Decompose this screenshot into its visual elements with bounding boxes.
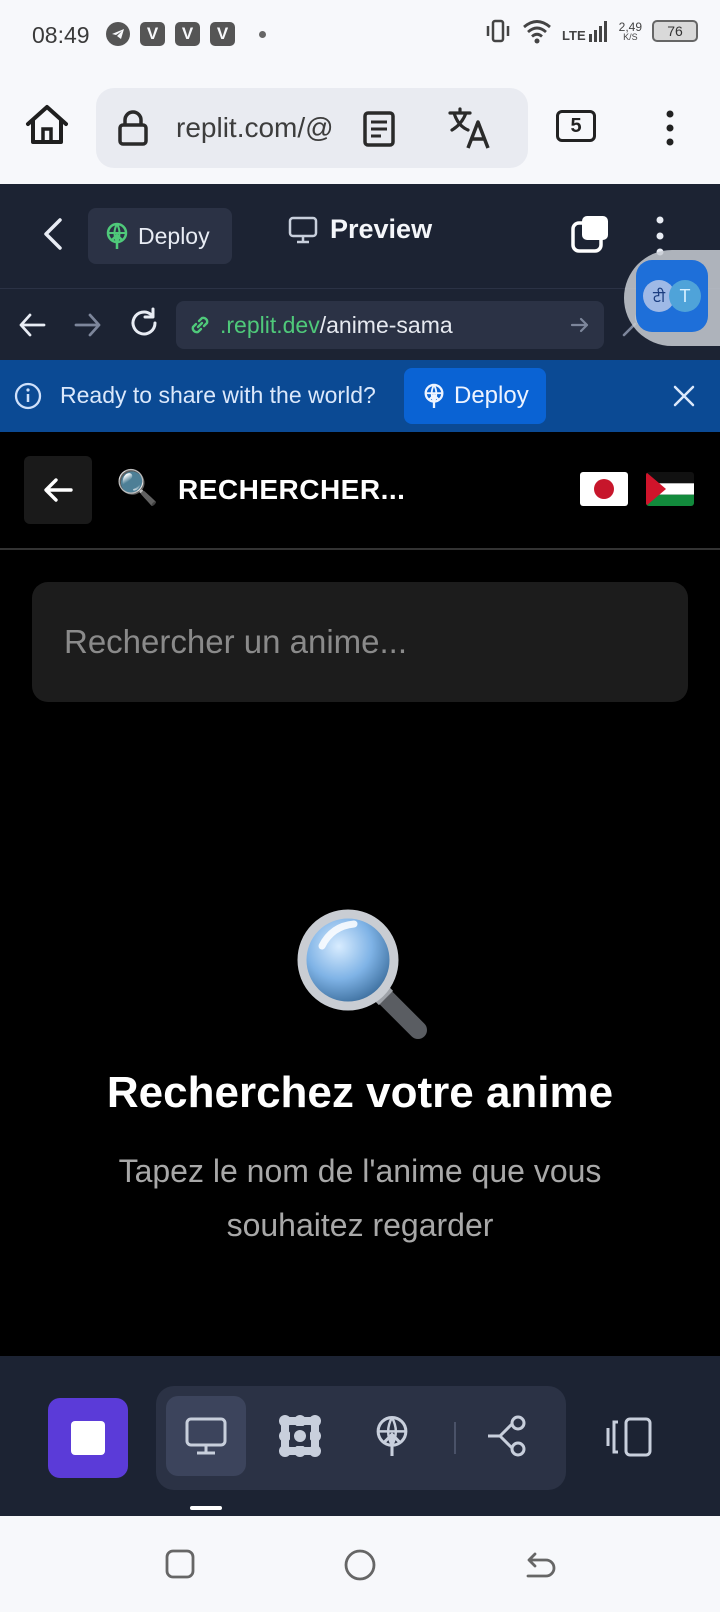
deploy-icon	[424, 383, 444, 408]
anime-search-input[interactable]	[32, 582, 688, 702]
lock-icon[interactable]	[116, 110, 150, 146]
tabs-overview-icon[interactable]	[570, 214, 610, 254]
battery-indicator: 76	[652, 20, 698, 42]
monitor-icon	[185, 1417, 227, 1455]
status-bar: 08:49 V V V LTE 2,49 K/S 76	[0, 0, 720, 72]
info-icon	[14, 382, 42, 410]
banner-deploy-button[interactable]: Deploy	[404, 368, 546, 424]
system-nav-bar	[0, 1516, 720, 1612]
more-vert-icon[interactable]	[660, 108, 680, 148]
browser-toolbar: replit.com/@ 5	[0, 72, 720, 184]
link-icon	[191, 316, 209, 334]
empty-state-subtitle: Tapez le nom de l'anime que vous souhait…	[118, 1153, 602, 1243]
back-icon[interactable]	[524, 1548, 556, 1580]
url-domain: .replit.dev	[220, 311, 320, 338]
banner-message: Ready to share with the world?	[60, 382, 376, 408]
preview-tab-label: Preview	[330, 214, 433, 244]
stop-button[interactable]	[48, 1398, 128, 1478]
active-tab-indicator	[190, 1506, 222, 1510]
telegram-icon	[106, 22, 130, 46]
data-rate: 2,49 K/S	[618, 19, 642, 42]
palestine-flag-icon[interactable]	[646, 472, 694, 506]
tool-separator	[454, 1422, 456, 1454]
v-app-icon: V	[175, 22, 200, 46]
banner-deploy-label: Deploy	[454, 382, 529, 409]
arrow-left-icon[interactable]	[18, 311, 46, 339]
tool-preview-button[interactable]	[166, 1396, 246, 1476]
deploy-banner: Ready to share with the world? Deploy	[0, 360, 720, 432]
layout-toggle-icon[interactable]	[606, 1416, 656, 1458]
address-bar[interactable]: replit.com/@	[96, 88, 528, 168]
tool-switcher	[156, 1386, 566, 1490]
webview-url-field[interactable]: .replit.dev/anime-sama	[176, 301, 604, 349]
url-path: /anime-sama	[319, 311, 453, 338]
tool-deploy-button[interactable]	[352, 1396, 432, 1476]
page-title: RECHERCHER...	[178, 474, 406, 505]
stop-icon	[71, 1421, 105, 1455]
webview-nav-bar: .replit.dev/anime-sama	[0, 288, 720, 360]
preview-tab[interactable]: Preview	[288, 214, 432, 245]
translate-floating-bubble[interactable]: टी T	[624, 250, 720, 346]
signal-indicator: LTE	[562, 20, 609, 42]
reader-mode-icon[interactable]	[362, 110, 396, 148]
deploy-tab-button[interactable]: Deploy	[88, 208, 232, 264]
arrow-left-icon	[44, 478, 73, 502]
empty-state-title: Recherchez votre anime	[106, 1068, 614, 1117]
v-app-icon: V	[210, 22, 235, 46]
deploy-icon	[376, 1416, 408, 1456]
translate-app-icon[interactable]: टी T	[636, 260, 708, 332]
notification-icons: V V V	[106, 22, 266, 46]
replit-header: Deploy Preview	[0, 184, 720, 288]
arrow-right-icon[interactable]	[74, 311, 102, 339]
vibrate-icon	[486, 19, 510, 43]
home-icon[interactable]	[24, 102, 70, 148]
translate-icon[interactable]	[448, 106, 492, 150]
magnifying-glass-icon	[297, 909, 427, 1039]
monitor-icon	[288, 216, 318, 243]
replit-bottom-toolbar	[0, 1356, 720, 1516]
wifi-icon	[523, 20, 551, 44]
status-right: LTE 2,49 K/S 76	[484, 18, 698, 44]
home-circle-icon[interactable]	[343, 1548, 377, 1582]
recent-apps-icon[interactable]	[164, 1548, 196, 1580]
v-app-icon: V	[140, 22, 165, 46]
tool-agent-button[interactable]	[260, 1396, 340, 1476]
app-back-button[interactable]	[24, 456, 92, 524]
reload-icon[interactable]	[128, 307, 160, 339]
chevron-left-icon[interactable]	[40, 216, 66, 252]
git-branch-icon	[488, 1415, 526, 1457]
deploy-tab-label: Deploy	[138, 222, 210, 249]
address-text[interactable]: replit.com/@	[176, 112, 336, 144]
tab-switcher-button[interactable]: 5	[556, 110, 596, 142]
status-time: 08:49	[32, 22, 90, 48]
deploy-icon	[106, 222, 128, 249]
app-page: 🔍 RECHERCHER... Recherchez votre anime T…	[0, 432, 720, 1356]
more-notifications-icon	[259, 30, 266, 38]
open-arrow-icon[interactable]	[570, 315, 590, 335]
agent-grid-icon	[279, 1415, 321, 1457]
japan-flag-icon[interactable]	[580, 472, 628, 506]
close-icon[interactable]	[672, 384, 696, 408]
app-header: 🔍 RECHERCHER...	[0, 432, 720, 550]
signal-icon	[588, 21, 607, 42]
tool-git-button[interactable]	[468, 1396, 548, 1476]
magnifier-emoji-icon: 🔍	[116, 469, 159, 507]
